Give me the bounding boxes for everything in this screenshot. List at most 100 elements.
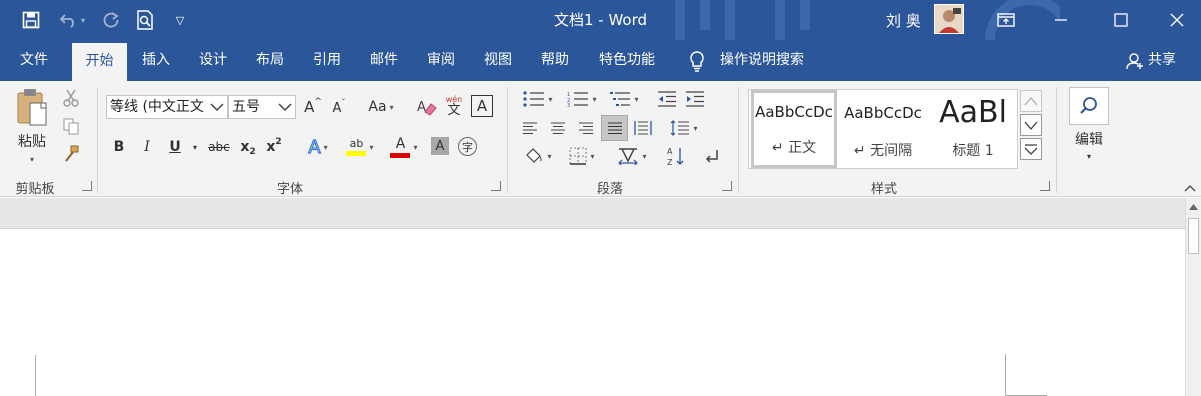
tab-file[interactable]: 文件	[9, 40, 59, 81]
tab-insert[interactable]: 插入	[133, 40, 179, 81]
paste-label: 粘贴	[18, 134, 46, 150]
shrink-font-button[interactable]: Aˇ	[328, 96, 350, 118]
styles-scroll-up-icon[interactable]	[1020, 90, 1042, 112]
clipboard-group-label: 剪贴板	[15, 182, 55, 197]
justify-icon[interactable]	[601, 115, 628, 141]
tab-layout[interactable]: 布局	[247, 40, 293, 81]
chevron-down-icon[interactable]	[277, 96, 293, 118]
share-button[interactable]: 共享	[1148, 40, 1176, 81]
borders-button[interactable]: ▾	[562, 145, 602, 167]
italic-button[interactable]: I	[138, 136, 156, 158]
divider	[97, 87, 98, 193]
share-icon[interactable]	[1126, 52, 1144, 74]
font-color-bar	[390, 152, 411, 158]
tab-help[interactable]: 帮助	[532, 40, 578, 81]
shading-button[interactable]: ▾	[518, 145, 558, 167]
divider	[738, 87, 739, 193]
title-bar: ▾ ▽ 文档1 - Word 刘 奥	[0, 0, 1201, 81]
ruler-area	[0, 198, 1185, 229]
phonetic-guide-button[interactable]: wén 文	[443, 93, 465, 119]
align-right-icon[interactable]	[574, 117, 598, 139]
distributed-icon[interactable]	[631, 117, 655, 139]
change-case-button[interactable]: Aa ▾	[364, 96, 398, 118]
copy-icon[interactable]	[60, 115, 82, 137]
tab-view[interactable]: 视图	[475, 40, 521, 81]
superscript-button[interactable]: x2	[264, 136, 284, 158]
subscript-button[interactable]: x2	[238, 136, 258, 158]
tell-me-search[interactable]: 操作说明搜索	[720, 40, 804, 81]
numbering-button[interactable]: 123 ▾	[562, 89, 602, 109]
format-painter-icon[interactable]	[60, 143, 82, 165]
cut-icon[interactable]	[60, 87, 82, 109]
character-border-button[interactable]: A	[471, 95, 493, 117]
grow-font-button[interactable]: A ^	[302, 96, 324, 118]
font-name-combo[interactable]: 等线 (中文正文	[106, 95, 228, 119]
align-center-icon[interactable]	[546, 117, 570, 139]
paragraph-launcher-icon[interactable]	[722, 181, 732, 191]
lightbulb-icon[interactable]	[688, 50, 706, 76]
editing-button[interactable]: 编辑	[1065, 129, 1113, 149]
bullets-button[interactable]: ▾	[518, 89, 558, 109]
clipboard-launcher-icon[interactable]	[82, 181, 92, 191]
close-icon[interactable]	[1166, 8, 1188, 32]
style-normal[interactable]: AaBbCcDc ↵ 正文	[751, 90, 837, 168]
style-heading-1[interactable]: AaBl 标题 1	[929, 90, 1017, 168]
tab-review[interactable]: 审阅	[418, 40, 464, 81]
clear-formatting-icon[interactable]: A	[416, 96, 438, 118]
tab-home[interactable]: 开始	[72, 43, 127, 81]
styles-launcher-icon[interactable]	[1040, 181, 1050, 191]
chinese-layout-button[interactable]: ▾	[612, 145, 652, 167]
multilevel-list-button[interactable]: ▾	[604, 89, 644, 109]
highlight-button[interactable]: ab ▾	[340, 134, 380, 160]
decrease-indent-icon[interactable]	[656, 89, 678, 109]
minimize-icon[interactable]	[1050, 8, 1072, 32]
paste-dropdown-icon[interactable]: ▾	[30, 155, 34, 164]
chevron-down-icon[interactable]	[207, 96, 225, 118]
font-color-button[interactable]: A ▾	[384, 134, 424, 160]
increase-indent-icon[interactable]	[684, 89, 706, 109]
vertical-scrollbar[interactable]	[1185, 198, 1201, 396]
sort-icon[interactable]: AZ	[664, 145, 688, 167]
font-launcher-icon[interactable]	[491, 181, 501, 191]
scroll-thumb[interactable]	[1188, 218, 1199, 254]
tab-references[interactable]: 引用	[304, 40, 350, 81]
redo-icon[interactable]	[100, 8, 122, 32]
highlight-color-bar	[346, 151, 367, 156]
bullets-icon	[523, 91, 545, 107]
chevron-down-icon: ▾	[590, 151, 595, 161]
save-icon[interactable]	[20, 8, 42, 32]
style-no-spacing[interactable]: AaBbCcDc ↵ 无间隔	[839, 90, 927, 168]
avatar[interactable]	[934, 4, 964, 34]
align-left-icon[interactable]	[518, 117, 542, 139]
ribbon-display-options-icon[interactable]	[995, 8, 1017, 32]
enclose-characters-button[interactable]: 字	[458, 137, 477, 156]
document-page[interactable]	[0, 230, 1185, 396]
bold-button[interactable]: B	[110, 136, 128, 158]
maximize-icon[interactable]	[1110, 8, 1132, 32]
tab-special-features[interactable]: 特色功能	[589, 40, 665, 81]
undo-icon[interactable]: ▾	[55, 8, 89, 32]
user-name[interactable]: 刘 奥	[886, 10, 921, 31]
character-shading-button[interactable]: A	[431, 137, 449, 155]
customize-toolbar-icon[interactable]: ▽	[170, 8, 190, 32]
font-size-combo[interactable]: 五号	[228, 95, 296, 119]
underline-button[interactable]: U	[166, 136, 184, 158]
borders-icon	[569, 147, 587, 165]
find-icon[interactable]	[1069, 87, 1109, 125]
text-effects-button[interactable]: A ▾	[300, 134, 336, 160]
multilevel-list-icon	[610, 92, 631, 106]
styles-more-icon[interactable]	[1020, 138, 1042, 160]
scroll-up-icon[interactable]	[1186, 200, 1201, 214]
print-preview-icon[interactable]	[133, 8, 157, 32]
paste-button[interactable]: 粘贴 ▾	[10, 87, 54, 171]
show-hide-marks-icon[interactable]	[700, 145, 724, 167]
tab-mailings[interactable]: 邮件	[361, 40, 407, 81]
collapse-ribbon-icon[interactable]	[1182, 181, 1198, 195]
tab-design[interactable]: 设计	[190, 40, 236, 81]
underline-dropdown-icon[interactable]: ▾	[190, 136, 200, 158]
line-spacing-button[interactable]: ▾	[664, 117, 704, 139]
paragraph-group-label: 段落	[596, 182, 623, 197]
styles-scroll-down-icon[interactable]	[1020, 114, 1042, 136]
editing-dropdown-icon[interactable]: ▾	[1080, 149, 1098, 163]
strikethrough-button[interactable]: abc	[206, 136, 232, 158]
